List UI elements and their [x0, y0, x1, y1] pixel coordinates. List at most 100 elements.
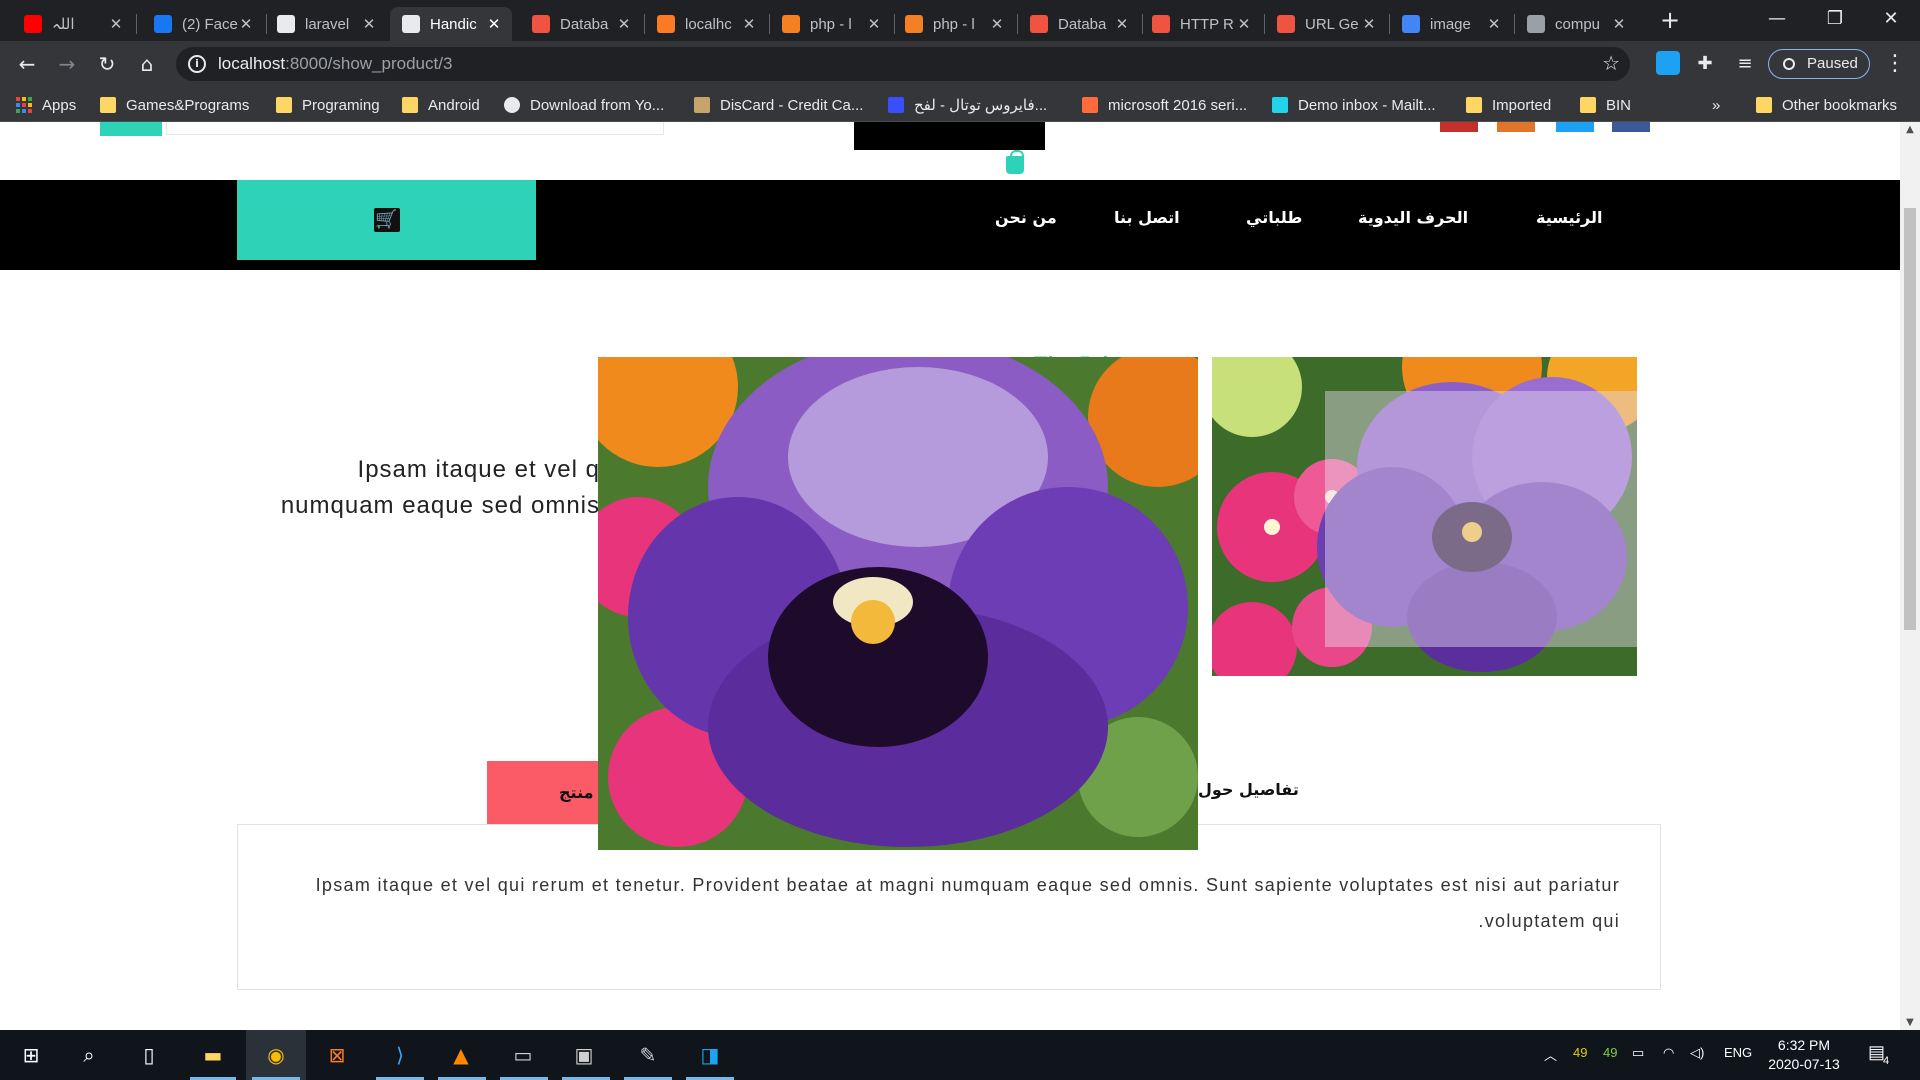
chrome-icon[interactable]: ◉ [259, 1038, 293, 1072]
browser-tab[interactable]: laravel ✕ [265, 7, 387, 41]
bookmark-item[interactable]: DisCard - Credit Ca... [694, 95, 863, 115]
close-tab-icon[interactable]: ✕ [361, 15, 377, 33]
close-tab-icon[interactable]: ✕ [486, 15, 502, 33]
bookmark-item[interactable]: BIN [1580, 95, 1631, 115]
close-tab-icon[interactable]: ✕ [989, 15, 1005, 33]
browser-tab[interactable]: localhc ✕ [645, 7, 767, 41]
file-explorer-icon[interactable]: ▬ [196, 1038, 230, 1072]
xampp-icon [657, 15, 675, 33]
battery-icon[interactable]: ▭ [1632, 1045, 1644, 1061]
browser-tab[interactable]: HTTP R ✕ [1140, 7, 1262, 41]
media-queue-icon[interactable]: ≡ [1730, 49, 1760, 79]
browser-tab[interactable]: php - l ✕ [893, 7, 1015, 41]
close-tab-icon[interactable]: ✕ [741, 15, 757, 33]
browser-tab[interactable]: (2) Face ✕ [142, 7, 264, 41]
task-view-icon[interactable]: ▯ [132, 1038, 166, 1072]
close-tab-icon[interactable]: ✕ [238, 15, 254, 33]
twitter-social-icon[interactable] [1556, 122, 1594, 132]
browser-tab[interactable]: Databa ✕ [1018, 7, 1140, 41]
close-tab-icon[interactable]: ✕ [1114, 15, 1130, 33]
scrollbar-thumb[interactable] [1904, 208, 1916, 630]
address-bar[interactable]: i localhost:8000/show_product/3 ☆ [176, 47, 1630, 81]
back-icon[interactable]: ← [12, 49, 42, 79]
youtube-social-icon[interactable] [1440, 122, 1478, 132]
nav-my-orders[interactable]: طلباتي [1246, 208, 1302, 227]
extension-icon[interactable] [1656, 51, 1680, 75]
bookmark-item[interactable]: Download from Yo... [504, 95, 664, 115]
app-icon-2[interactable]: ◨ [693, 1038, 727, 1072]
vscode-icon[interactable]: ⟩ [383, 1038, 417, 1072]
tab-details[interactable]: تفاصيل حول [1198, 780, 1299, 799]
reload-icon[interactable]: ↻ [92, 49, 122, 79]
close-tab-icon[interactable]: ✕ [866, 15, 882, 33]
browser-tab[interactable]: URL Ge ✕ [1265, 7, 1387, 41]
app-icon[interactable]: ▭ [506, 1038, 540, 1072]
close-window-button[interactable]: ✕ [1862, 0, 1920, 40]
chrome-menu-icon[interactable]: ⋮ [1884, 49, 1906, 79]
bookmark-item[interactable]: Demo inbox - Mailt... [1272, 95, 1436, 115]
site-info-icon[interactable]: i [188, 55, 206, 73]
bookmark-item[interactable]: Android [402, 95, 480, 115]
tab-title: image [1430, 15, 1471, 33]
browser-tab[interactable]: Databa ✕ [520, 7, 642, 41]
bookmark-item[interactable]: Programing [276, 95, 380, 115]
tray-temp-1[interactable]: 49 [1573, 1045, 1587, 1060]
forward-icon[interactable]: → [52, 49, 82, 79]
language-indicator[interactable]: ENG [1724, 1045, 1752, 1060]
instagram-social-icon[interactable] [1497, 122, 1535, 132]
close-tab-icon[interactable]: ✕ [1236, 15, 1252, 33]
search-icon[interactable]: ⌕ [72, 1038, 106, 1072]
url-text[interactable]: localhost:8000/show_product/3 [218, 54, 452, 74]
other-bookmarks-folder[interactable]: Other bookmarks [1756, 95, 1897, 115]
globe-icon [402, 15, 420, 33]
tray-temp-2[interactable]: 49 [1603, 1045, 1617, 1060]
close-tab-icon[interactable]: ✕ [1611, 15, 1627, 33]
bookmark-item[interactable]: Games&Programs [100, 95, 249, 115]
bookmark-star-icon[interactable]: ☆ [1602, 51, 1620, 75]
bookmark-item[interactable]: microsoft 2016 seri... [1082, 95, 1247, 115]
notification-count: 4 [1883, 1055, 1890, 1067]
bookmark-item[interactable]: فايروس توتال - لفح... [888, 95, 1047, 115]
nav-contact[interactable]: اتصل بنا [1114, 208, 1180, 227]
browser-tab[interactable]: Handic ✕ [390, 7, 512, 41]
nav-handicrafts[interactable]: الحرف اليدوية [1358, 208, 1468, 227]
site-logo[interactable] [854, 122, 1045, 150]
facebook-social-icon[interactable] [1612, 122, 1650, 132]
profile-paused-button[interactable]: Paused [1768, 49, 1870, 79]
scroll-up-arrow-icon[interactable]: ▲ [1900, 124, 1920, 135]
bookmark-item[interactable]: Apps [16, 95, 76, 115]
close-tab-icon[interactable]: ✕ [616, 15, 632, 33]
bookmarks-overflow-button[interactable]: » [1712, 95, 1720, 115]
home-icon[interactable]: ⌂ [132, 49, 162, 79]
paint-icon[interactable]: ✎ [631, 1038, 665, 1072]
vlc-icon[interactable]: ▲ [444, 1038, 478, 1072]
minimize-button[interactable]: — [1748, 0, 1806, 40]
browser-tab[interactable]: compu ✕ [1515, 7, 1637, 41]
browser-tab[interactable]: اللہ ✕ [12, 7, 134, 41]
tab-reviews[interactable]: منتج [487, 761, 600, 825]
browser-tab[interactable]: image ✕ [1390, 7, 1512, 41]
browser-tab[interactable]: php - l ✕ [770, 7, 892, 41]
shopping-bag-icon[interactable] [1006, 150, 1024, 174]
close-tab-icon[interactable]: ✕ [108, 15, 124, 33]
cart-button[interactable]: 🛒 [237, 180, 536, 260]
terminal-icon[interactable]: ▣ [567, 1038, 601, 1072]
restore-button[interactable]: ❐ [1806, 0, 1864, 40]
close-tab-icon[interactable]: ✕ [1486, 15, 1502, 33]
nav-home[interactable]: الرئيسية [1536, 208, 1603, 227]
scroll-down-arrow-icon[interactable]: ▼ [1900, 1017, 1920, 1028]
xampp-icon[interactable]: ⊠ [320, 1038, 354, 1072]
search-button[interactable] [100, 122, 162, 136]
new-tab-button[interactable]: + [1656, 7, 1684, 35]
volume-icon[interactable]: ◁) [1690, 1045, 1704, 1061]
extensions-puzzle-icon[interactable]: ✚ [1690, 49, 1720, 79]
tray-chevron-icon[interactable]: ︿ [1544, 1045, 1557, 1064]
bookmark-item[interactable]: Imported [1466, 95, 1551, 115]
nav-about[interactable]: من نحن [995, 208, 1057, 227]
taskbar-clock[interactable]: 6:32 PM 2020-07-13 [1764, 1036, 1844, 1074]
windows-start-icon[interactable]: ⊞ [14, 1038, 48, 1072]
close-tab-icon[interactable]: ✕ [1361, 15, 1377, 33]
search-input[interactable] [166, 122, 664, 135]
page-scrollbar[interactable]: ▲ ▼ [1900, 122, 1920, 1030]
wifi-icon[interactable]: ◠ [1663, 1045, 1674, 1061]
